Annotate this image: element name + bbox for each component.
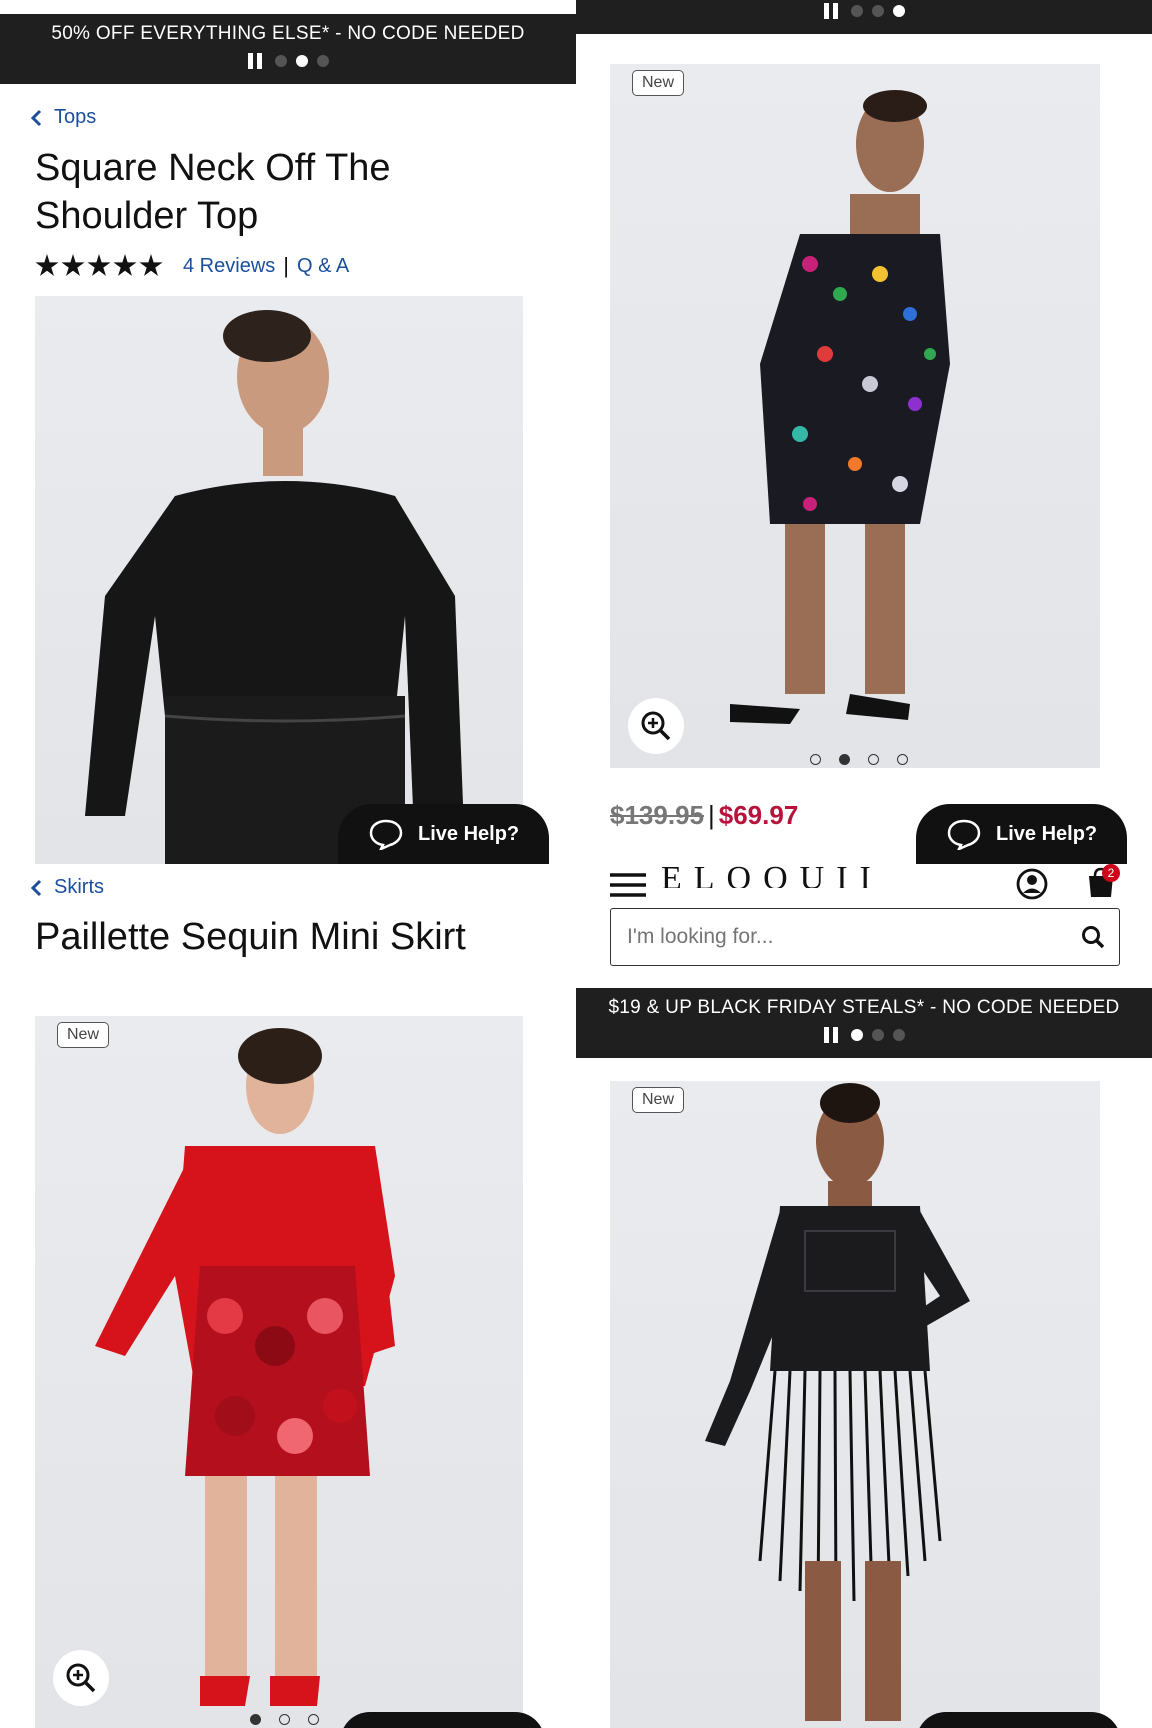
image-dot[interactable]: [897, 754, 908, 765]
promo-banner-strip[interactable]: [576, 0, 1152, 34]
chevron-left-icon: [30, 109, 42, 126]
zoom-button[interactable]: [53, 1650, 109, 1706]
search-input[interactable]: [611, 909, 1061, 964]
image-dot[interactable]: [810, 754, 821, 765]
promo-banner[interactable]: 50% OFF EVERYTHING ELSE* - NO CODE NEEDE…: [0, 14, 576, 84]
product-image[interactable]: New: [610, 1081, 1100, 1728]
chat-bubble-icon: [947, 819, 981, 850]
product-title: Square Neck Off The Shoulder Top: [35, 147, 391, 237]
promo-dot-active[interactable]: [850, 1029, 863, 1041]
search-bar[interactable]: [610, 908, 1120, 966]
live-help-button[interactable]: Live Help?: [338, 804, 550, 864]
chat-bubble-icon: [369, 819, 403, 850]
promo-pager: [0, 53, 576, 69]
cart-button[interactable]: 2: [1086, 864, 1122, 900]
product-image[interactable]: New: [35, 1016, 523, 1728]
zoom-in-icon: [641, 711, 671, 741]
star-icon: [87, 254, 111, 276]
promo-banner[interactable]: $19 & UP BLACK FRIDAY STEALS* - NO CODE …: [576, 988, 1152, 1058]
promo-dot[interactable]: [892, 1029, 905, 1041]
promo-dot[interactable]: [871, 1029, 884, 1041]
pause-icon[interactable]: [823, 3, 838, 19]
live-help-label[interactable]: Live Help?: [996, 823, 1097, 846]
qa-link[interactable]: Q & A: [297, 255, 349, 278]
star-icon: [113, 254, 137, 276]
promo-pager: [576, 1027, 1152, 1043]
product-panel-top-left: 50% OFF EVERYTHING ELSE* - NO CODE NEEDE…: [0, 0, 576, 864]
promo-text: $19 & UP BLACK FRIDAY STEALS* - NO CODE …: [608, 997, 1120, 1018]
link-separator: |: [283, 253, 289, 278]
account-icon[interactable]: [1016, 868, 1048, 900]
promo-dot[interactable]: [316, 55, 329, 67]
site-header: ELOQUII 2: [576, 864, 1152, 902]
image-dot[interactable]: [279, 1714, 290, 1725]
image-dot-active[interactable]: [839, 754, 850, 765]
star-rating: [35, 254, 165, 278]
breadcrumb[interactable]: Tops: [30, 106, 96, 129]
zoom-button[interactable]: [628, 698, 684, 754]
promo-dot[interactable]: [871, 5, 884, 17]
site-logo[interactable]: ELOQUII: [661, 864, 883, 888]
product-image[interactable]: [35, 296, 523, 864]
original-price: $139.95: [610, 800, 704, 830]
pause-icon[interactable]: [823, 1027, 838, 1043]
product-panel-bottom-right: ELOQUII 2 $19 & UP BLACK FRIDAY STEALS* …: [576, 864, 1152, 1728]
breadcrumb-label[interactable]: Skirts: [54, 876, 104, 899]
model-illustration: [95, 1028, 395, 1706]
product-image[interactable]: New: [610, 64, 1100, 768]
product-panel-bottom-left: Skirts Paillette Sequin Mini Skirt New: [0, 864, 576, 1728]
star-icon: [139, 254, 163, 276]
promo-dot-active[interactable]: [295, 55, 308, 67]
image-pager: [250, 1714, 319, 1725]
cart-count-badge: 2: [1102, 864, 1120, 882]
image-dot[interactable]: [308, 1714, 319, 1725]
search-icon[interactable]: [1081, 925, 1105, 949]
new-badge: New: [632, 70, 685, 96]
promo-dot[interactable]: [274, 55, 287, 67]
promo-dot[interactable]: [850, 5, 863, 17]
zoom-in-icon: [66, 1663, 96, 1693]
star-icon: [61, 254, 85, 276]
model-illustration: [85, 310, 465, 864]
image-pager: [810, 754, 908, 765]
breadcrumb[interactable]: Skirts: [30, 876, 104, 899]
menu-icon[interactable]: [610, 872, 646, 898]
image-dot[interactable]: [868, 754, 879, 765]
new-badge: New: [632, 1087, 685, 1113]
rating-row: 4 Reviews | Q & A: [35, 253, 349, 279]
live-help-button[interactable]: Live Help?: [916, 804, 1128, 864]
model-illustration: [730, 90, 950, 724]
promo-pager: [576, 0, 1152, 19]
image-dot-active[interactable]: [250, 1714, 261, 1725]
reviews-link[interactable]: 4 Reviews: [183, 255, 275, 278]
live-help-button[interactable]: [340, 1712, 545, 1728]
sale-price: $69.97: [718, 800, 799, 830]
chevron-left-icon: [30, 879, 42, 896]
promo-dot-active[interactable]: [892, 5, 905, 17]
live-help-button[interactable]: [916, 1712, 1121, 1728]
breadcrumb-label[interactable]: Tops: [54, 106, 96, 129]
price-separator: |: [707, 800, 715, 830]
live-help-label[interactable]: Live Help?: [418, 823, 519, 846]
pause-icon[interactable]: [247, 53, 262, 69]
star-icon: [35, 254, 59, 276]
model-illustration: [705, 1083, 970, 1721]
promo-text: 50% OFF EVERYTHING ELSE* - NO CODE NEEDE…: [51, 23, 525, 44]
price-row: $139.95 | $69.97: [610, 800, 798, 831]
product-panel-top-right: New $139.95 | $69.97 Live Help?: [576, 0, 1152, 864]
product-title: Paillette Sequin Mini Skirt: [35, 916, 466, 958]
new-badge: New: [57, 1022, 110, 1048]
